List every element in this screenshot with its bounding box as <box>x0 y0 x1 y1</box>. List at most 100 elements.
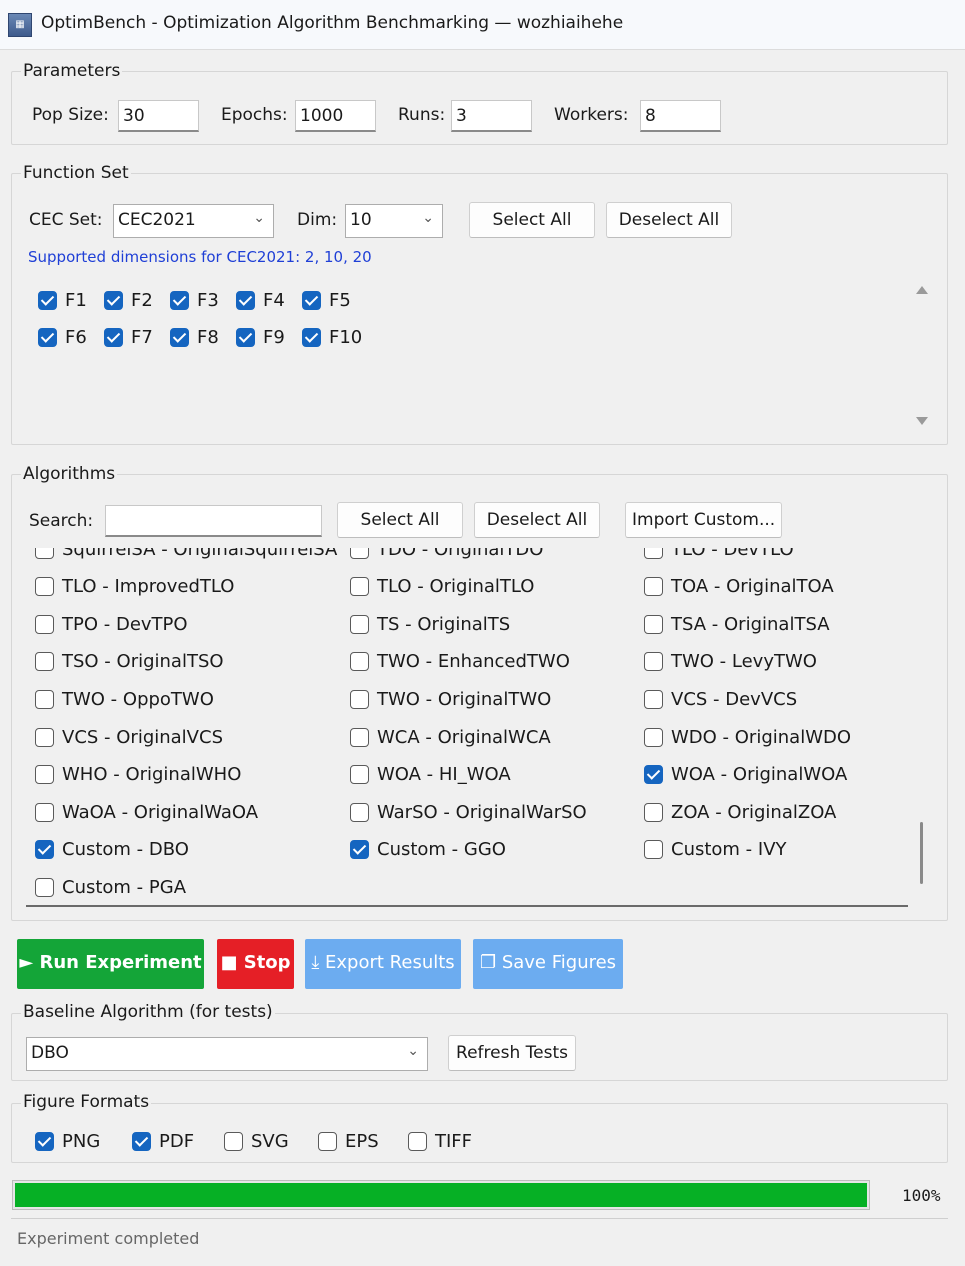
algorithm-checkbox-tlo-devtlo[interactable]: TLO - DevTLO <box>644 548 794 561</box>
format-checkbox-tiff[interactable]: TIFF <box>408 1129 472 1153</box>
algorithm-checkbox-wdo-originalwdo[interactable]: WDO - OriginalWDO <box>644 725 851 749</box>
checkbox-unchecked-icon[interactable] <box>318 1131 337 1151</box>
function-checkbox-f6[interactable]: F6 <box>38 325 87 349</box>
epochs-input[interactable] <box>295 100 376 132</box>
checkbox-unchecked-icon[interactable] <box>35 802 54 822</box>
checkbox-unchecked-icon[interactable] <box>35 577 54 597</box>
algorithm-checkbox-tlo-originaltlo[interactable]: TLO - OriginalTLO <box>350 575 534 599</box>
scroll-down-icon[interactable] <box>916 417 928 425</box>
workers-input[interactable] <box>640 100 721 132</box>
algorithm-checkbox-tdo-originaltdo[interactable]: TDO - OriginalTDO <box>350 548 543 561</box>
algorithm-checkbox-two-levytwo[interactable]: TWO - LevyTWO <box>644 650 817 674</box>
checkbox-checked-icon[interactable] <box>170 290 189 310</box>
algorithm-checkbox-tsa-originaltsa[interactable]: TSA - OriginalTSA <box>644 612 830 636</box>
algorithm-checkbox-custom-ivy[interactable]: Custom - IVY <box>644 838 787 862</box>
import-custom-button[interactable]: Import Custom... <box>625 502 782 538</box>
checkbox-unchecked-icon[interactable] <box>35 548 54 559</box>
algorithm-checkbox-woa-originalwoa[interactable]: WOA - OriginalWOA <box>644 763 847 787</box>
algorithm-checkbox-custom-pga[interactable]: Custom - PGA <box>35 875 186 899</box>
checkbox-unchecked-icon[interactable] <box>644 652 663 672</box>
checkbox-unchecked-icon[interactable] <box>35 877 54 897</box>
checkbox-unchecked-icon[interactable] <box>350 614 369 634</box>
checkbox-checked-icon[interactable] <box>35 840 54 860</box>
horizontal-scrollbar[interactable] <box>26 905 908 907</box>
algorithm-checkbox-two-oppotwo[interactable]: TWO - OppoTWO <box>35 687 214 711</box>
function-checkbox-f7[interactable]: F7 <box>104 325 153 349</box>
algorithm-checkbox-tso-originaltso[interactable]: TSO - OriginalTSO <box>35 650 224 674</box>
checkbox-unchecked-icon[interactable] <box>35 652 54 672</box>
checkbox-unchecked-icon[interactable] <box>644 689 663 709</box>
format-checkbox-png[interactable]: PNG <box>35 1129 100 1153</box>
algorithm-checkbox-waoa-originalwaoa[interactable]: WaOA - OriginalWaOA <box>35 800 258 824</box>
algorithm-checkbox-ts-originalts[interactable]: TS - OriginalTS <box>350 612 510 636</box>
checkbox-unchecked-icon[interactable] <box>644 548 663 559</box>
checkbox-unchecked-icon[interactable] <box>350 802 369 822</box>
runs-input[interactable] <box>451 100 532 132</box>
dim-dropdown[interactable]: 10 ⌄ <box>345 204 443 238</box>
algorithm-search-input[interactable] <box>105 505 322 537</box>
checkbox-unchecked-icon[interactable] <box>644 577 663 597</box>
function-checkbox-f4[interactable]: F4 <box>236 288 285 312</box>
algorithm-checkbox-vcs-originalvcs[interactable]: VCS - OriginalVCS <box>35 725 223 749</box>
checkbox-unchecked-icon[interactable] <box>644 802 663 822</box>
baseline-dropdown[interactable]: DBO ⌄ <box>26 1037 428 1071</box>
checkbox-checked-icon[interactable] <box>132 1131 151 1151</box>
function-scrollbar[interactable] <box>913 280 931 430</box>
checkbox-checked-icon[interactable] <box>38 327 57 347</box>
scroll-up-icon[interactable] <box>916 286 928 294</box>
function-checkbox-f8[interactable]: F8 <box>170 325 219 349</box>
algorithm-checkbox-two-enhancedtwo[interactable]: TWO - EnhancedTWO <box>350 650 570 674</box>
refresh-tests-button[interactable]: Refresh Tests <box>448 1035 576 1071</box>
checkbox-checked-icon[interactable] <box>236 290 255 310</box>
checkbox-unchecked-icon[interactable] <box>35 727 54 747</box>
algorithm-checkbox-woa-hi-woa[interactable]: WOA - HI_WOA <box>350 763 511 787</box>
format-checkbox-pdf[interactable]: PDF <box>132 1129 194 1153</box>
checkbox-unchecked-icon[interactable] <box>35 614 54 634</box>
checkbox-checked-icon[interactable] <box>35 1131 54 1151</box>
checkbox-checked-icon[interactable] <box>644 765 663 785</box>
algorithm-checkbox-two-originaltwo[interactable]: TWO - OriginalTWO <box>350 687 551 711</box>
checkbox-checked-icon[interactable] <box>236 327 255 347</box>
checkbox-unchecked-icon[interactable] <box>350 727 369 747</box>
checkbox-checked-icon[interactable] <box>302 290 321 310</box>
checkbox-unchecked-icon[interactable] <box>350 548 369 559</box>
checkbox-checked-icon[interactable] <box>104 290 123 310</box>
algorithm-checkbox-vcs-devvcs[interactable]: VCS - DevVCS <box>644 687 797 711</box>
stop-button[interactable]: ■ Stop <box>217 939 294 989</box>
format-checkbox-svg[interactable]: SVG <box>224 1129 289 1153</box>
algorithm-checkbox-custom-dbo[interactable]: Custom - DBO <box>35 838 189 862</box>
checkbox-unchecked-icon[interactable] <box>35 765 54 785</box>
algorithm-checkbox-tpo-devtpo[interactable]: TPO - DevTPO <box>35 612 188 636</box>
function-checkbox-f10[interactable]: F10 <box>302 325 362 349</box>
checkbox-unchecked-icon[interactable] <box>350 765 369 785</box>
algorithm-checkbox-custom-ggo[interactable]: Custom - GGO <box>350 838 506 862</box>
checkbox-checked-icon[interactable] <box>170 327 189 347</box>
algorithm-scrollbar-thumb[interactable] <box>920 822 923 884</box>
save-figures-button[interactable]: ❐ Save Figures <box>473 939 623 989</box>
pop-size-input[interactable] <box>118 100 199 132</box>
export-results-button[interactable]: ⤓ Export Results <box>305 939 461 989</box>
algorithm-checkbox-who-originalwho[interactable]: WHO - OriginalWHO <box>35 763 241 787</box>
checkbox-checked-icon[interactable] <box>302 327 321 347</box>
algorithm-checkbox-toa-originaltoa[interactable]: TOA - OriginalTOA <box>644 575 834 599</box>
checkbox-unchecked-icon[interactable] <box>35 689 54 709</box>
checkbox-unchecked-icon[interactable] <box>644 727 663 747</box>
function-checkbox-f3[interactable]: F3 <box>170 288 219 312</box>
checkbox-checked-icon[interactable] <box>38 290 57 310</box>
checkbox-unchecked-icon[interactable] <box>224 1131 243 1151</box>
algorithm-checkbox-wca-originalwca[interactable]: WCA - OriginalWCA <box>350 725 551 749</box>
checkbox-unchecked-icon[interactable] <box>350 652 369 672</box>
checkbox-unchecked-icon[interactable] <box>408 1131 427 1151</box>
algorithm-deselect-all-button[interactable]: Deselect All <box>474 502 600 538</box>
algorithm-checkbox-zoa-originalzoa[interactable]: ZOA - OriginalZOA <box>644 800 836 824</box>
checkbox-unchecked-icon[interactable] <box>644 614 663 634</box>
algorithm-select-all-button[interactable]: Select All <box>337 502 463 538</box>
checkbox-unchecked-icon[interactable] <box>350 689 369 709</box>
checkbox-unchecked-icon[interactable] <box>350 577 369 597</box>
function-deselect-all-button[interactable]: Deselect All <box>606 202 732 238</box>
format-checkbox-eps[interactable]: EPS <box>318 1129 379 1153</box>
function-checkbox-f5[interactable]: F5 <box>302 288 351 312</box>
function-checkbox-f1[interactable]: F1 <box>38 288 87 312</box>
algorithm-checkbox-squirrelsa-originalsquirrelsa[interactable]: SquirrelSA - OriginalSquirrelSA <box>35 548 337 561</box>
function-checkbox-f9[interactable]: F9 <box>236 325 285 349</box>
